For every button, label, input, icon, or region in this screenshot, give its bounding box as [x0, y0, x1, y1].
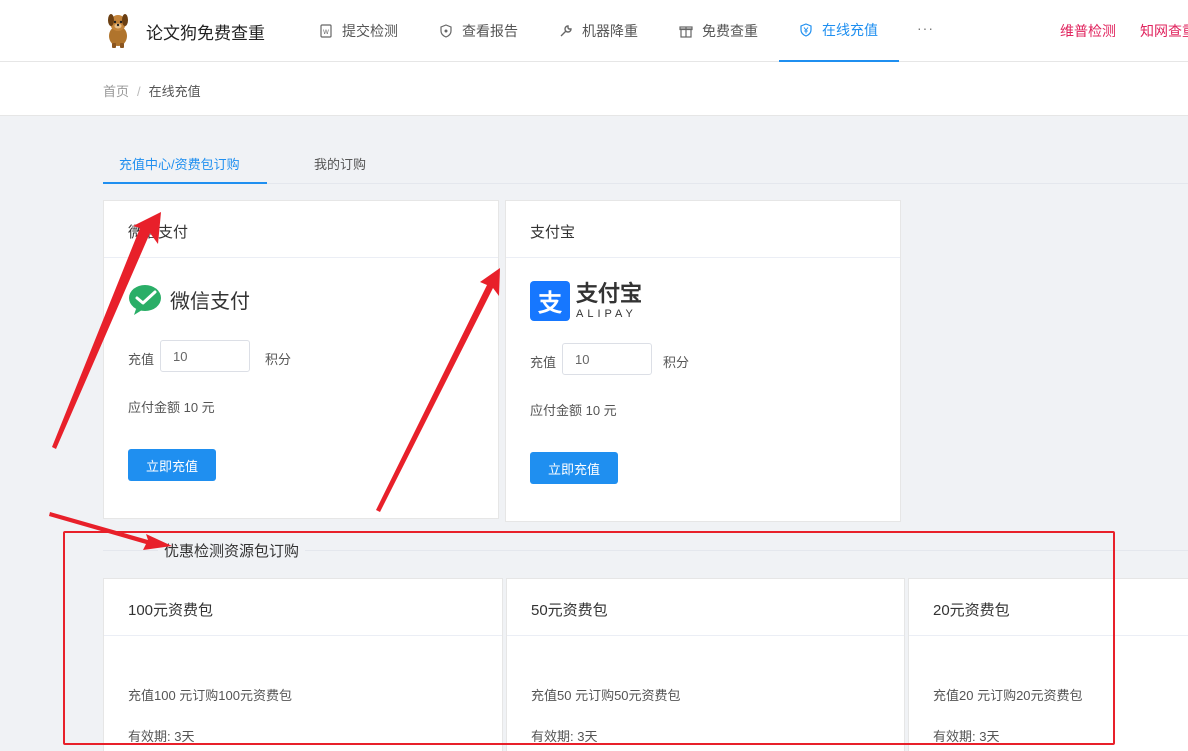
alipay-logo-cn: 支付宝 [576, 281, 643, 306]
document-icon: W [320, 24, 332, 38]
alipay-recharge-button[interactable]: 立即充值 [530, 452, 618, 484]
alipay-logo: 支 支付宝 ALIPAY [530, 281, 642, 321]
alipay-logo-en: ALIPAY [576, 308, 637, 320]
nav-label: 机器降重 [582, 23, 638, 39]
nav-view-report[interactable]: 查看报告 [439, 0, 518, 62]
nav-cnki-check[interactable]: 知网查重 [1140, 21, 1188, 41]
svg-text:支: 支 [538, 289, 563, 317]
card-title: 支付宝 [506, 201, 900, 258]
recharge-label: 充值 [128, 352, 155, 367]
nav-online-recharge[interactable]: 在线充值 [779, 0, 899, 62]
alipay-icon: 支 [530, 281, 570, 321]
active-tab-indicator [103, 182, 267, 184]
wechat-logo-text: 微信支付 [170, 290, 250, 313]
site-brand[interactable]: 论文狗免费查重 [146, 19, 265, 44]
dog-logo-icon[interactable] [103, 12, 133, 48]
shield-icon [440, 24, 452, 38]
recharge-tabs: 充值中心/资费包订购 我的订购 [103, 142, 1188, 184]
nav-label: 提交检测 [342, 23, 398, 39]
breadcrumb-current: 在线充值 [148, 84, 201, 99]
nav-machine-rewrite[interactable]: 机器降重 [559, 0, 638, 62]
nav-free-check[interactable]: 免费查重 [679, 0, 758, 62]
wechat-pay-card: 微信支付 微信支付 充值 积分 应付金额 10 元 立即充值 [103, 200, 499, 519]
tab-recharge-center[interactable]: 充值中心/资费包订购 [119, 154, 240, 173]
yen-shield-icon [800, 23, 812, 37]
wechat-icon [129, 285, 161, 315]
highlight-box [63, 531, 1115, 745]
nav-label: 免费查重 [702, 23, 758, 39]
recharge-label: 充值 [530, 355, 557, 370]
wechat-recharge-button[interactable]: 立即充值 [128, 449, 216, 481]
nav-vip-check[interactable]: 维普检测 [1060, 21, 1116, 41]
points-unit: 积分 [265, 352, 292, 367]
breadcrumb-separator: / [137, 84, 141, 99]
nav-more-button[interactable]: ··· [917, 20, 934, 36]
top-navbar: 论文狗免费查重 W 提交检测 查看报告 机器降重 免费查重 在线充值 ··· 维… [0, 0, 1188, 62]
breadcrumb-bar: 首页 / 在线充值 [0, 62, 1188, 116]
nav-label: 在线充值 [822, 22, 878, 38]
breadcrumb-home[interactable]: 首页 [103, 84, 129, 99]
points-unit: 积分 [663, 355, 690, 370]
wrench-icon [560, 25, 572, 37]
card-title: 微信支付 [104, 201, 498, 258]
wechat-amount-input[interactable] [160, 340, 250, 372]
alipay-card: 支付宝 支 支付宝 ALIPAY 充值 积分 应付金额 10 元 立即充值 [505, 200, 901, 522]
alipay-payable-amount: 应付金额 10 元 [530, 403, 617, 418]
breadcrumb: 首页 / 在线充值 [103, 81, 201, 100]
alipay-amount-input[interactable] [562, 343, 652, 375]
wechat-pay-logo: 微信支付 [128, 283, 250, 315]
svg-text:W: W [323, 29, 329, 36]
nav-label: 查看报告 [462, 23, 518, 39]
wechat-payable-amount: 应付金额 10 元 [128, 400, 215, 415]
tab-my-orders[interactable]: 我的订购 [314, 154, 366, 173]
gift-icon [679, 26, 693, 38]
nav-submit-check[interactable]: W 提交检测 [319, 0, 398, 62]
